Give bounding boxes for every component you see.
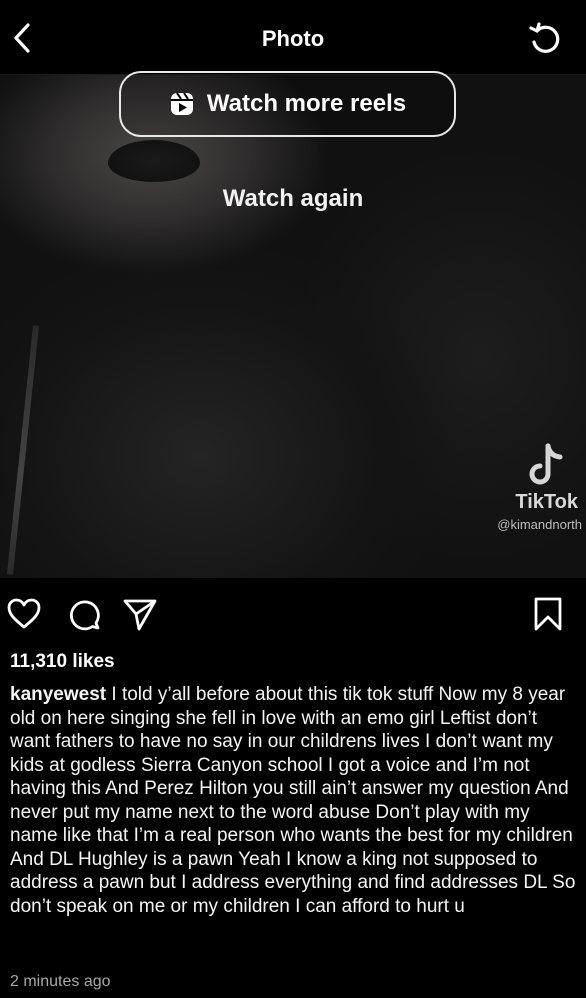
watch-more-reels-button[interactable]: Watch more reels xyxy=(119,71,456,137)
bookmark-icon xyxy=(534,597,562,631)
replay-button[interactable] xyxy=(526,20,564,58)
share-button[interactable] xyxy=(122,596,158,632)
post-caption: kanyewest I told y’all before about this… xyxy=(10,683,576,918)
post-media[interactable] xyxy=(0,75,586,578)
post-username[interactable]: kanyewest xyxy=(10,684,106,705)
tiktok-watermark-handle: @kimandnorth xyxy=(497,517,582,532)
watch-again-button[interactable]: Watch again xyxy=(0,185,586,213)
comment-button[interactable] xyxy=(66,596,102,632)
heart-icon xyxy=(7,598,41,629)
like-count[interactable]: 11,310 likes xyxy=(10,651,115,673)
replay-icon xyxy=(529,22,560,53)
tiktok-watermark-brand: TikTok xyxy=(515,491,578,513)
save-button[interactable] xyxy=(530,596,566,632)
tiktok-logo-icon xyxy=(529,443,563,485)
top-bar: Photo xyxy=(0,0,586,75)
video-frame-zipper xyxy=(6,325,40,575)
reels-icon xyxy=(170,92,193,115)
like-button[interactable] xyxy=(6,596,42,632)
action-bar xyxy=(0,596,586,636)
page-title: Photo xyxy=(261,26,325,51)
watch-more-reels-label: Watch more reels xyxy=(206,90,407,117)
caption-text: I told y’all before about this tik tok s… xyxy=(10,684,576,917)
comment-icon xyxy=(69,600,100,631)
post-timestamp: 2 minutes ago xyxy=(10,973,111,990)
share-icon xyxy=(123,599,157,631)
video-frame-detail xyxy=(108,140,200,182)
